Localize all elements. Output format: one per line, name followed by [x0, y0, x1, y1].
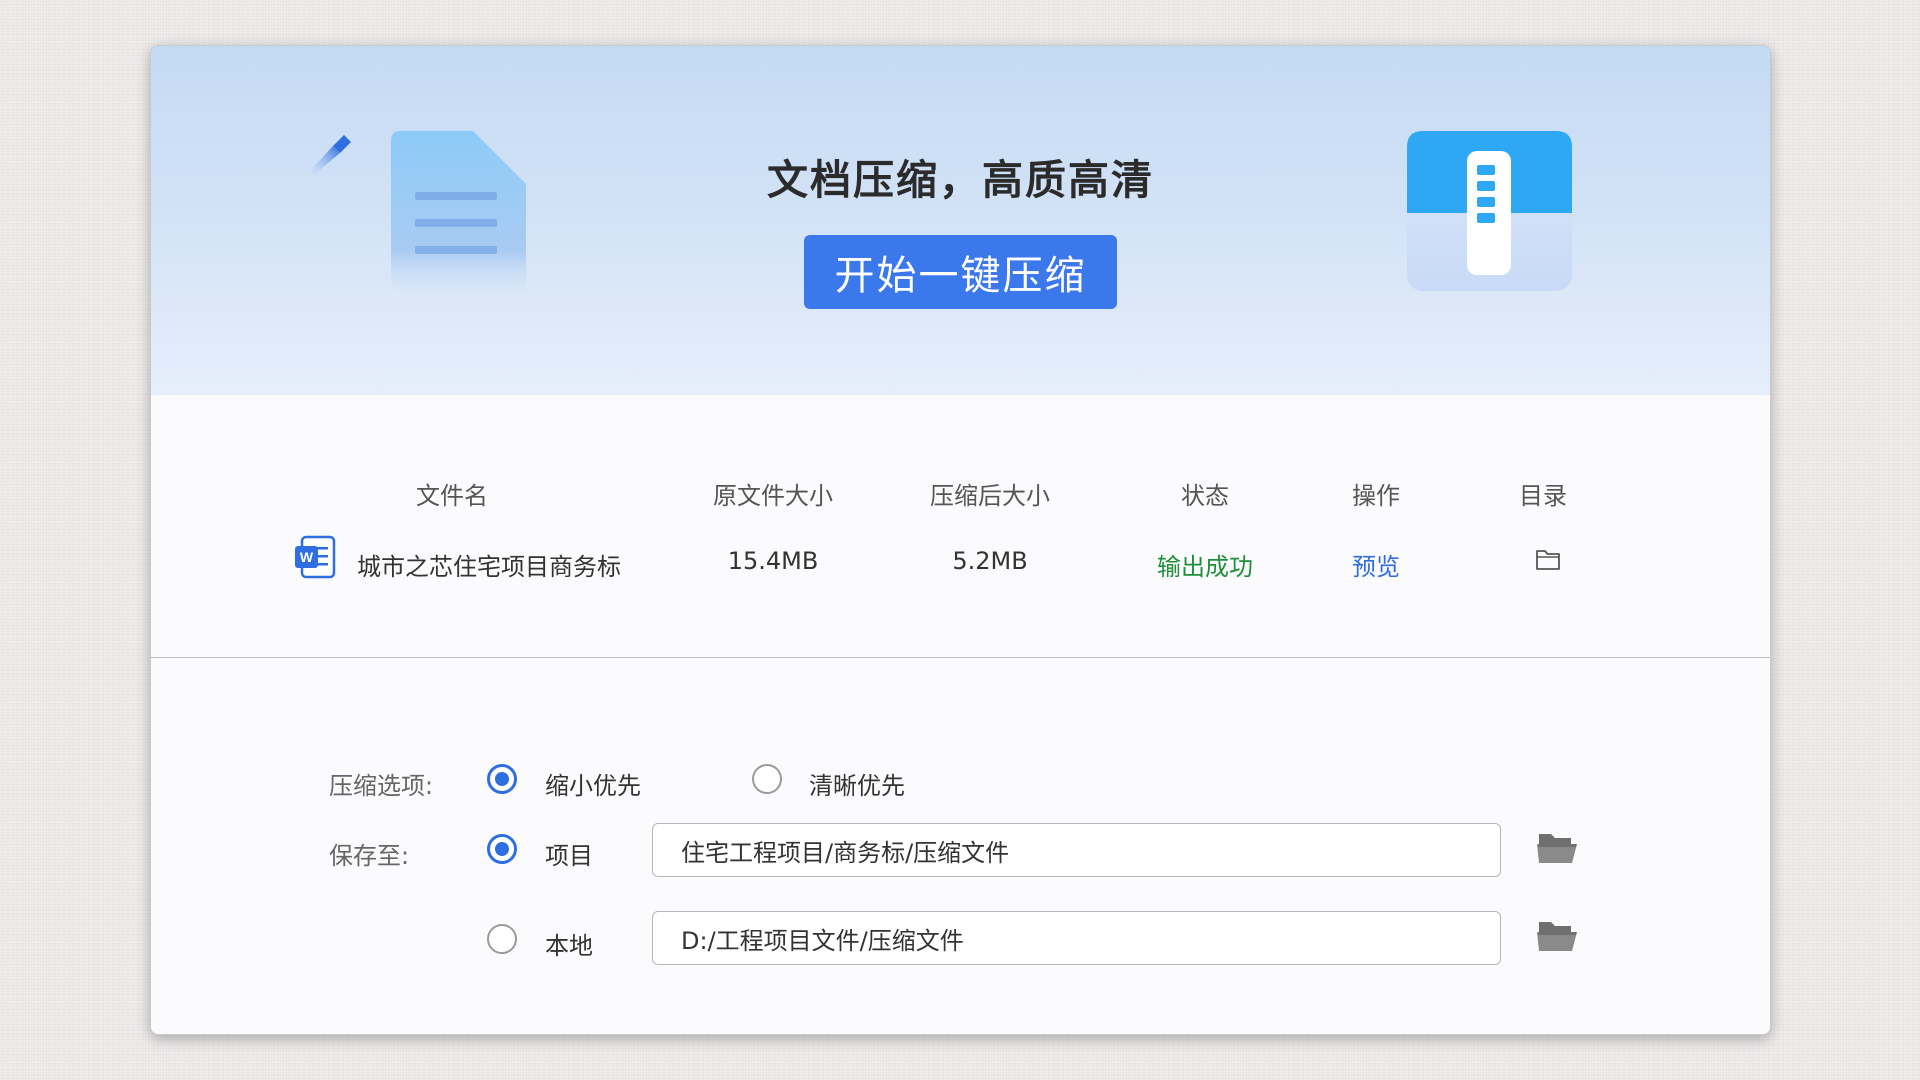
folder-outline-icon[interactable] — [1534, 547, 1562, 573]
radio-save-project-label[interactable]: 项目 — [545, 836, 593, 871]
original-size: 15.4MB — [727, 547, 819, 575]
radio-shrink-priority[interactable] — [487, 764, 517, 794]
radio-save-local-label[interactable]: 本地 — [545, 926, 593, 961]
radio-clarity-priority[interactable] — [752, 764, 782, 794]
file-table: 文件名 原文件大小 压缩后大小 状态 操作 目录 W 城市之芯住宅项目商务标 1… — [151, 395, 1770, 657]
radio-shrink-priority-label[interactable]: 缩小优先 — [545, 766, 641, 801]
header-original-size: 原文件大小 — [713, 482, 833, 510]
open-folder-icon[interactable] — [1536, 918, 1578, 954]
save-to-label: 保存至: — [329, 842, 410, 870]
options-panel: 压缩选项: 缩小优先 清晰优先 保存至: 项目 本地 — [151, 658, 1770, 1034]
header-status: 状态 — [1181, 482, 1229, 510]
compress-options-label: 压缩选项: — [329, 772, 434, 800]
file-name: 城市之芯住宅项目商务标 — [357, 553, 621, 581]
project-path-input[interactable] — [652, 823, 1501, 877]
word-document-icon: W — [295, 535, 336, 579]
radio-save-project[interactable] — [487, 834, 517, 864]
compress-window: 文档压缩，高质高清 开始一键压缩 文件名 原文件大小 压缩后大小 状态 操作 目… — [150, 45, 1771, 1035]
local-path-input[interactable] — [652, 911, 1501, 965]
header-filename: 文件名 — [416, 482, 488, 510]
header-directory: 目录 — [1519, 482, 1567, 510]
compressed-size: 5.2MB — [952, 547, 1028, 575]
header-action: 操作 — [1352, 482, 1400, 510]
start-compress-button[interactable]: 开始一键压缩 — [804, 235, 1117, 309]
preview-link[interactable]: 预览 — [1352, 547, 1400, 582]
open-folder-icon[interactable] — [1536, 830, 1578, 866]
banner: 文档压缩，高质高清 开始一键压缩 — [151, 46, 1770, 395]
svg-text:W: W — [300, 549, 314, 565]
status-text: 输出成功 — [1157, 553, 1253, 581]
radio-save-local[interactable] — [487, 924, 517, 954]
header-compressed-size: 压缩后大小 — [930, 482, 1050, 510]
radio-clarity-priority-label[interactable]: 清晰优先 — [809, 766, 905, 801]
zip-archive-icon — [1407, 131, 1572, 291]
